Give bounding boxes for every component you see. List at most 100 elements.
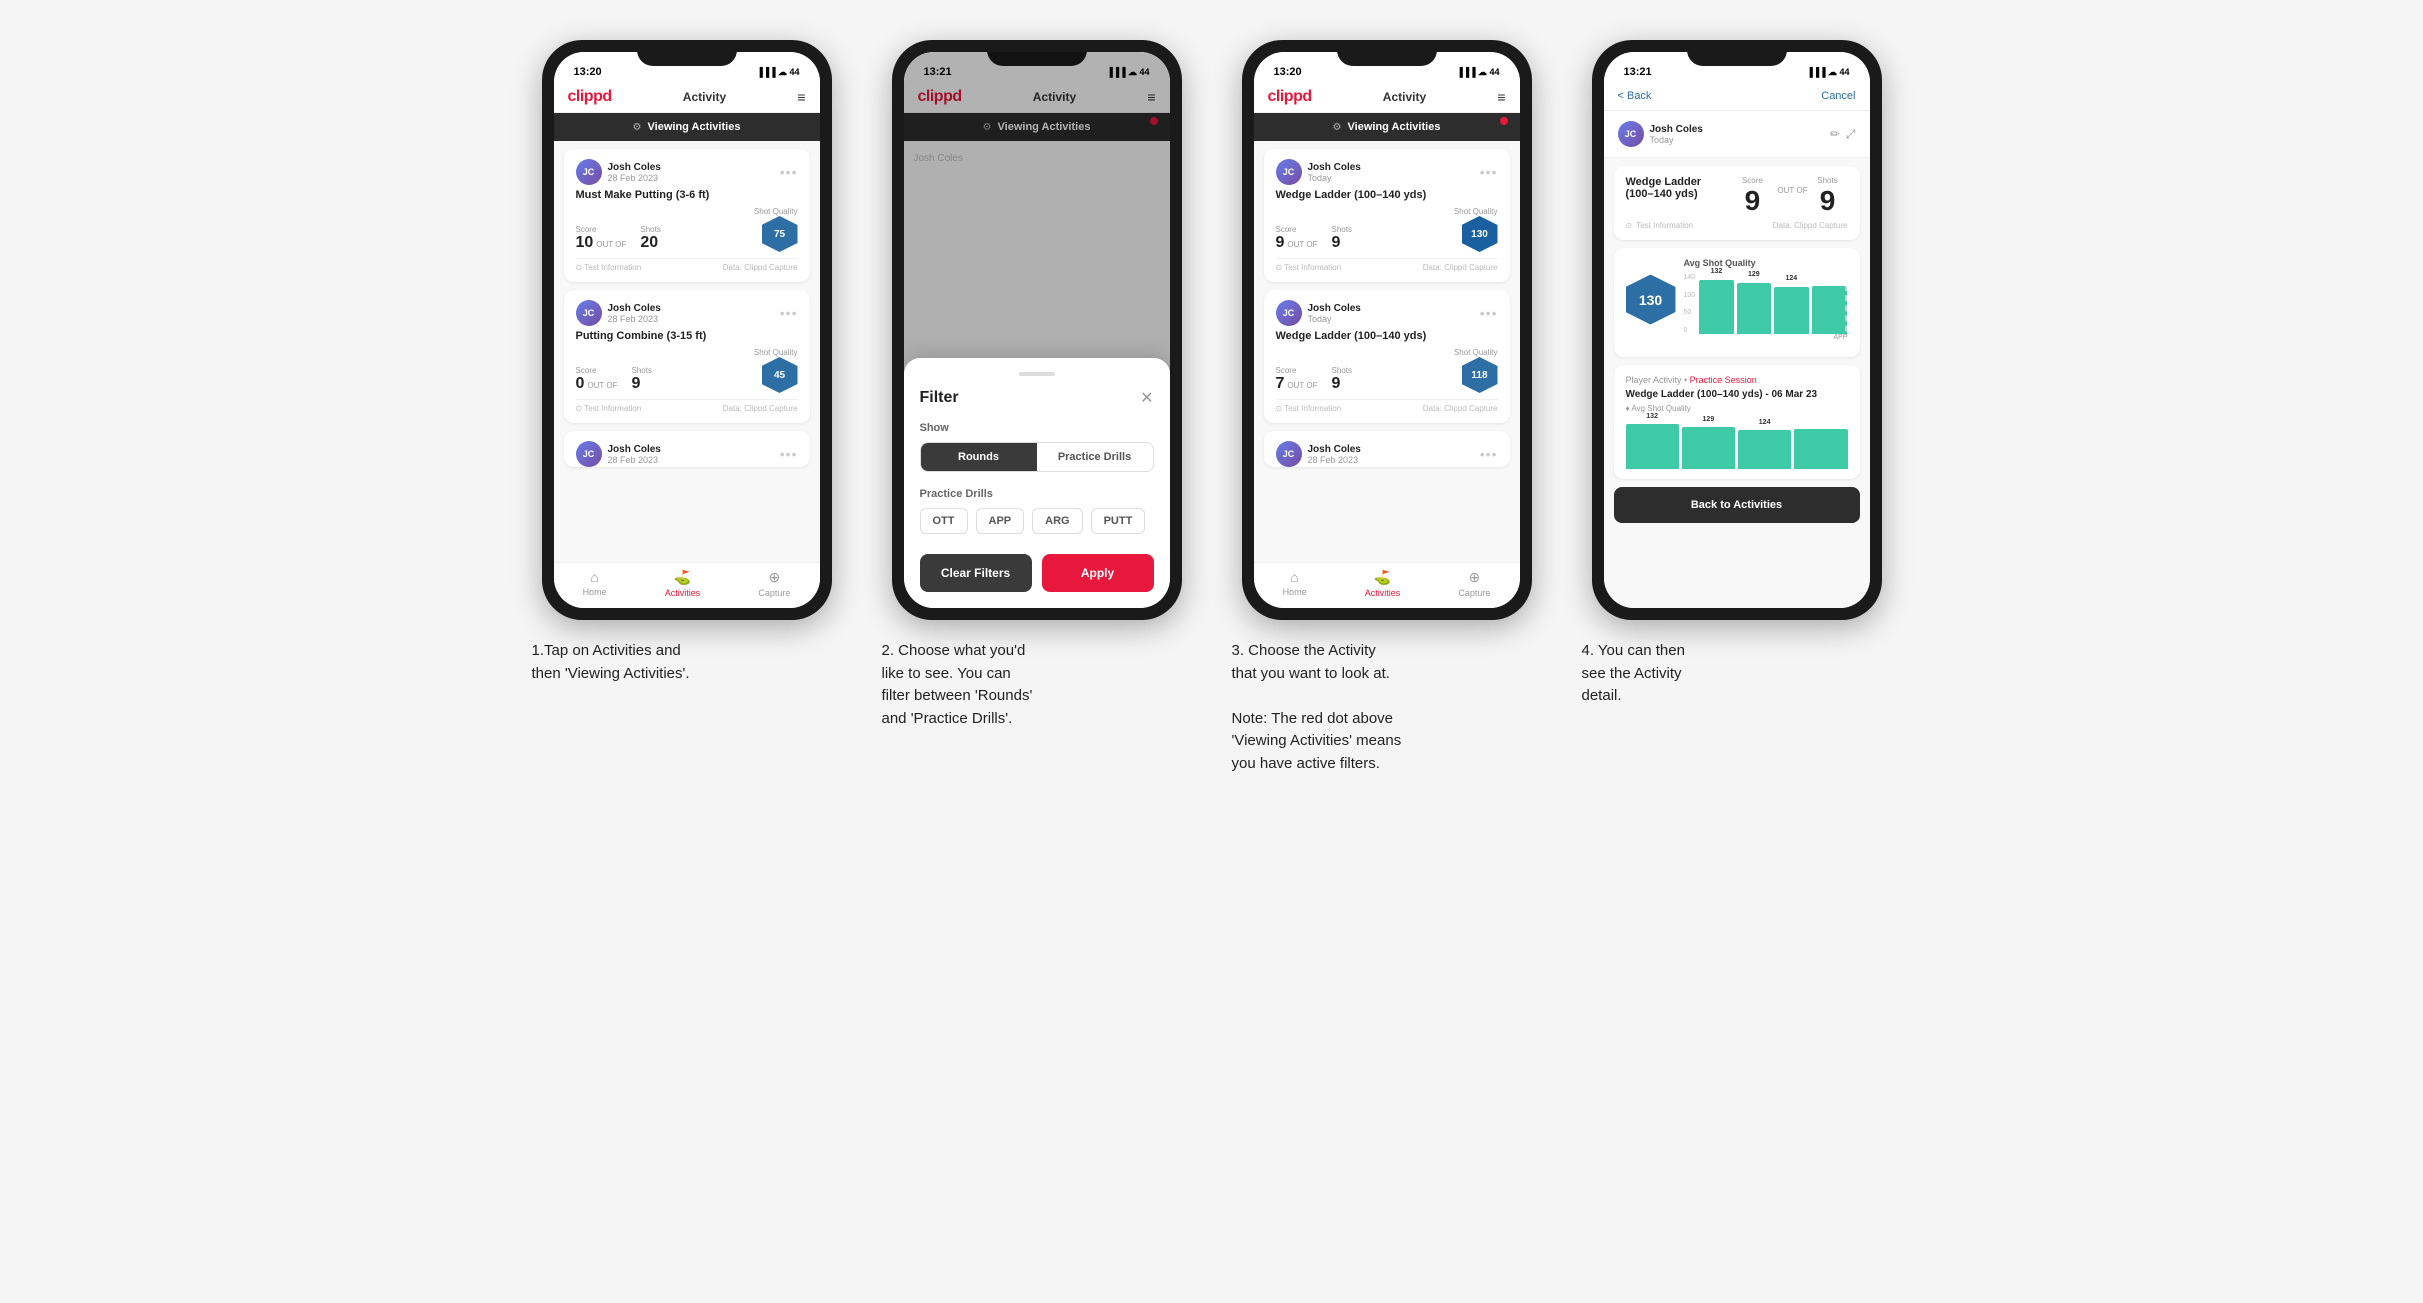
user-name-3-2: Josh Coles [1308, 444, 1361, 455]
nav-activities-3[interactable]: ⛳ Activities [1365, 569, 1401, 598]
back-activities-button-4[interactable]: Back to Activities [1614, 487, 1860, 523]
phone-1-screen: 13:20 ▐▐▐ ☁ 44 clippd Activity ≡ ⚙ Viewi… [554, 52, 820, 608]
card-header-3-2: JC Josh Coles 28 Feb 2023 ••• [1276, 441, 1498, 467]
app-header-1: clippd Activity ≡ [554, 82, 820, 113]
nav-capture-3[interactable]: ⊕ Capture [1458, 569, 1490, 598]
activity-card-3-2[interactable]: JC Josh Coles 28 Feb 2023 ••• [1264, 431, 1510, 467]
sq-badge-1-0: 75 [762, 216, 798, 252]
bottom-nav-1: ⌂ Home ⛳ Activities ⊕ Capture [554, 562, 820, 608]
cancel-button-4[interactable]: Cancel [1821, 90, 1855, 102]
user-date-1-2: 28 Feb 2023 [608, 455, 661, 465]
bar-label-2-4: 129 [1748, 271, 1760, 278]
nav-capture-1[interactable]: ⊕ Capture [758, 569, 790, 598]
user-info-3-1: Josh Coles Today [1308, 303, 1361, 324]
user-name-4: Josh Coles [1650, 124, 1703, 135]
user-name-3-0: Josh Coles [1308, 162, 1361, 173]
card-user-1-0: JC Josh Coles 28 Feb 2023 [576, 159, 661, 185]
drill-arg-2[interactable]: ARG [1032, 508, 1082, 534]
data-capture-4: Data: Clippd Capture [1773, 221, 1848, 230]
avatar-3-2: JC [1276, 441, 1302, 467]
nav-home-3[interactable]: ⌂ Home [1283, 569, 1307, 598]
bar-label-3-4: 124 [1785, 275, 1797, 282]
activity-card-1-2[interactable]: JC Josh Coles 28 Feb 2023 ••• [564, 431, 810, 467]
sq-badge-3-0: 130 [1462, 216, 1498, 252]
apply-button-2[interactable]: Apply [1042, 554, 1154, 592]
more-dots-3-1[interactable]: ••• [1480, 305, 1498, 321]
filter-icon-1: ⚙ [633, 122, 642, 133]
step-description-1: 1.Tap on Activities andthen 'Viewing Act… [532, 640, 842, 685]
shots-group-1-0: Shots 20 [640, 225, 660, 252]
user-date-1-0: 28 Feb 2023 [608, 173, 661, 183]
home-icon-1: ⌂ [590, 569, 598, 585]
step-1: 13:20 ▐▐▐ ☁ 44 clippd Activity ≡ ⚙ Viewi… [532, 40, 842, 685]
score-card-header-4: Wedge Ladder (100–140 yds) Score 9 OUT O… [1626, 176, 1848, 217]
user-info-1-1: Josh Coles 28 Feb 2023 [608, 303, 661, 324]
header-title-3: Activity [1383, 90, 1426, 104]
activity-card-1-1[interactable]: JC Josh Coles 28 Feb 2023 ••• Putting Co… [564, 290, 810, 423]
more-dots-1-1[interactable]: ••• [780, 305, 798, 321]
expand-icon-4[interactable]: ⤢ [1846, 127, 1856, 142]
more-dots-1-2[interactable]: ••• [780, 446, 798, 462]
more-dots-3-2[interactable]: ••• [1480, 446, 1498, 462]
detail-drill-title-4: Wedge Ladder (100–140 yds) [1626, 176, 1728, 200]
session-link-4[interactable]: Practice Session [1690, 375, 1757, 385]
bar-1-4: 132 [1699, 280, 1733, 334]
score-value-1-0: 10 OUT OF [576, 234, 627, 252]
drill-ott-2[interactable]: OTT [920, 508, 968, 534]
phone-3-screen: 13:20 ▐▐▐ ☁ 44 clippd Activity ≡ ⚙ Viewi… [1254, 52, 1520, 608]
card-header-3-0: JC Josh Coles Today ••• [1276, 159, 1498, 185]
user-name-1-1: Josh Coles [608, 303, 661, 314]
activity-card-3-1[interactable]: JC Josh Coles Today ••• Wedge Ladder (10… [1264, 290, 1510, 423]
hamburger-icon-1[interactable]: ≡ [797, 89, 805, 105]
edit-icon-4[interactable]: ✏ [1830, 127, 1840, 142]
activity-card-1-0[interactable]: JC Josh Coles 28 Feb 2023 ••• Must Make … [564, 149, 810, 282]
session-label-4: Player Activity • Practice Session [1626, 375, 1848, 385]
logo-3: clippd [1268, 88, 1312, 106]
filter-modal-2: Filter ✕ Show Rounds Practice Drills Pra… [904, 358, 1170, 608]
score-group-1-0: Score 10 OUT OF [576, 225, 627, 252]
drill-putt-2[interactable]: PUTT [1091, 508, 1146, 534]
back-button-4[interactable]: < Back [1618, 90, 1652, 102]
chart-x-label-4: APP [1684, 334, 1848, 341]
detail-header-4: < Back Cancel [1604, 82, 1870, 111]
clear-filters-button-2[interactable]: Clear Filters [920, 554, 1032, 592]
activities-icon-1: ⛳ [674, 569, 691, 586]
logo-1: clippd [568, 88, 612, 106]
card-stats-3-0: Score 9 OUT OF Shots 9 [1276, 207, 1498, 252]
avatar-1-0: JC [576, 159, 602, 185]
card-user-1-1: JC Josh Coles 28 Feb 2023 [576, 300, 661, 326]
activity-card-3-0[interactable]: JC Josh Coles Today ••• Wedge Ladder (10… [1264, 149, 1510, 282]
page-container: 13:20 ▐▐▐ ☁ 44 clippd Activity ≡ ⚙ Viewi… [512, 40, 1912, 775]
user-info-3-0: Josh Coles Today [1308, 162, 1361, 183]
avg-sq-label-4: ♦ Avg Shot Quality [1626, 404, 1848, 413]
drill-app-2[interactable]: APP [976, 508, 1025, 534]
viewing-banner-1[interactable]: ⚙ Viewing Activities [554, 113, 820, 141]
nav-home-1[interactable]: ⌂ Home [583, 569, 607, 598]
more-dots-1-0[interactable]: ••• [780, 164, 798, 180]
phone-2-shell: 13:21 ▐▐▐ ☁ 44 clippd Activity ≡ ⚙ Viewi… [892, 40, 1182, 620]
card-user-1-2: JC Josh Coles 28 Feb 2023 [576, 441, 661, 467]
bottom-nav-3: ⌂ Home ⛳ Activities ⊕ Capture [1254, 562, 1520, 608]
card-title-1-0: Must Make Putting (3-6 ft) [576, 189, 798, 201]
hamburger-icon-3[interactable]: ≡ [1497, 89, 1505, 105]
modal-title-2: Filter [920, 389, 959, 407]
chart-right-4: Avg Shot Quality 140 100 50 0 [1684, 258, 1848, 341]
modal-close-2[interactable]: ✕ [1140, 388, 1153, 408]
phone-3-notch [1337, 40, 1437, 66]
user-date-3-0: Today [1308, 173, 1361, 183]
status-time-1: 13:20 [574, 66, 602, 78]
toggle-drills-2[interactable]: Practice Drills [1037, 443, 1153, 471]
viewing-banner-3[interactable]: ⚙ Viewing Activities [1254, 113, 1520, 141]
modal-header-2: Filter ✕ [920, 388, 1154, 408]
status-icons-3: ▐▐▐ ☁ 44 [1456, 67, 1499, 78]
card-stats-3-1: Score 7 OUT OF Shots 9 [1276, 348, 1498, 393]
activities-icon-3: ⛳ [1374, 569, 1391, 586]
nav-activities-1[interactable]: ⛳ Activities [665, 569, 701, 598]
chart-title-4: Avg Shot Quality [1684, 258, 1848, 268]
toggle-rounds-2[interactable]: Rounds [921, 443, 1037, 471]
card-header-3-1: JC Josh Coles Today ••• [1276, 300, 1498, 326]
more-dots-3-0[interactable]: ••• [1480, 164, 1498, 180]
mini-chart-4: 132 129 124 [1626, 419, 1848, 469]
card-stats-1-1: Score 0 OUT OF Shots 9 [576, 348, 798, 393]
header-title-1: Activity [683, 90, 726, 104]
